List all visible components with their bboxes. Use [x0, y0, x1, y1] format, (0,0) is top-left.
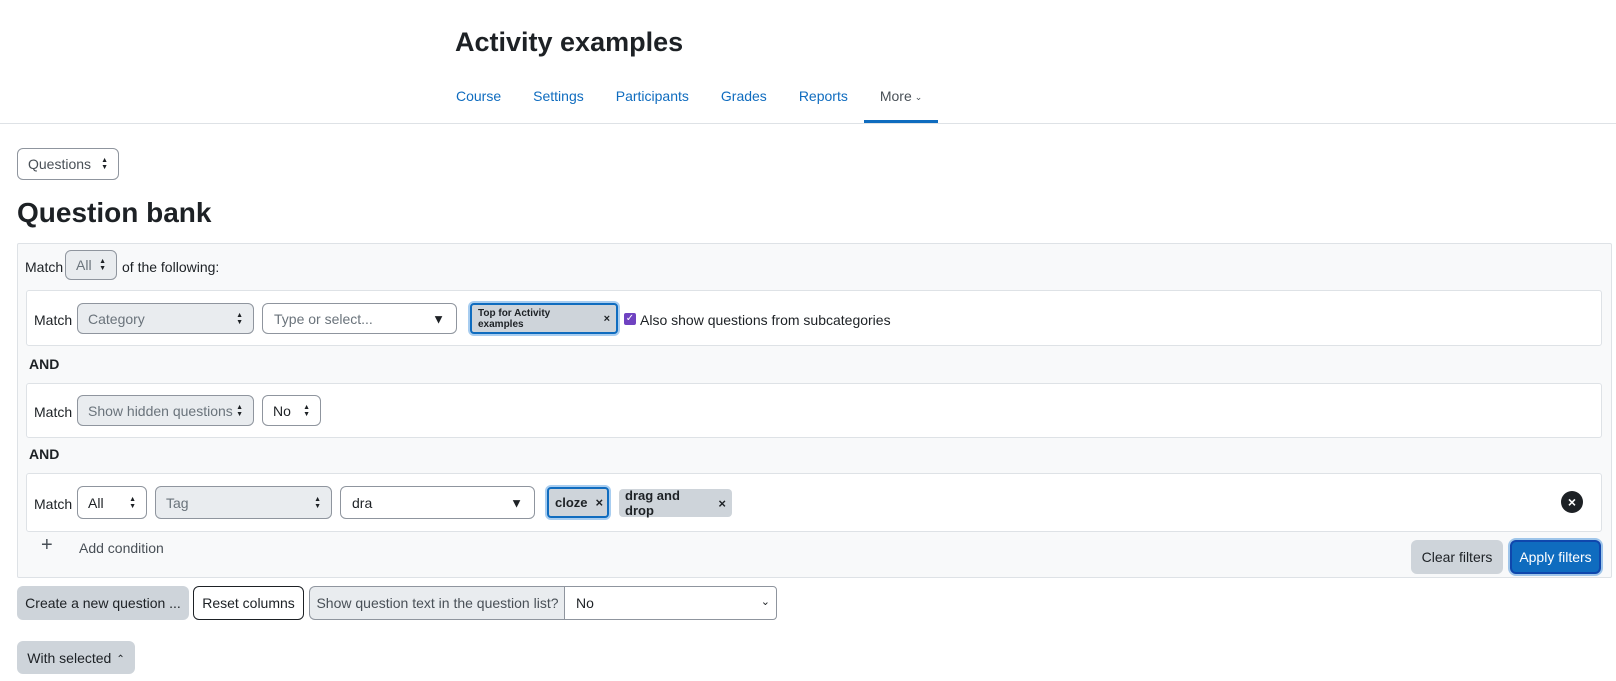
show-text-label: Show question text in the question list? [309, 586, 565, 620]
clear-filters-button[interactable]: Clear filters [1411, 540, 1503, 574]
sort-arrows-icon: ▲ ▼ [236, 311, 243, 326]
tag-chip-cloze[interactable]: cloze × [547, 487, 609, 518]
and-label: AND [29, 446, 60, 462]
create-question-button[interactable]: Create a new question ... [17, 586, 189, 620]
dropdown-triangle-icon: ▼ [510, 495, 523, 510]
nav-settings[interactable]: Settings [517, 76, 600, 123]
close-icon[interactable]: × [604, 313, 610, 325]
hidden-value-select[interactable]: No ▲ ▼ [262, 395, 321, 426]
close-icon[interactable]: × [718, 496, 726, 511]
plus-icon[interactable]: + [41, 534, 53, 557]
tag-join-select[interactable]: All ▲ ▼ [77, 486, 147, 519]
sort-arrows-icon: ▲ ▼ [129, 495, 136, 510]
tag-search-value: dra [352, 494, 373, 511]
remove-condition-icon[interactable]: × [1561, 491, 1583, 513]
nav-reports[interactable]: Reports [783, 76, 864, 123]
category-chip-label: Top for Activity examples [478, 307, 551, 330]
chevron-up-icon: ⌃ [116, 654, 125, 665]
nav-more-label: More [879, 88, 912, 104]
chevron-down-icon: ⌄ [760, 596, 770, 608]
filter-panel: Match All ▲ ▼ of the following: Match Cat… [17, 243, 1612, 578]
add-condition-link[interactable]: Add condition [79, 540, 164, 556]
tag-field-value: Tag [166, 494, 189, 511]
of-following-label: of the following: [122, 259, 220, 275]
course-header: Activity examples Course Settings Partic… [0, 0, 1616, 124]
show-text-value: No [576, 595, 594, 611]
tag-join-value: All [88, 494, 104, 511]
sort-arrows-icon: ▲ ▼ [99, 258, 106, 272]
match-label: Match [25, 259, 64, 275]
join-type-select[interactable]: All ▲ ▼ [65, 250, 117, 280]
sort-arrows-icon: ▲ ▼ [101, 157, 108, 171]
questions-select-label: Questions [28, 156, 92, 172]
subcategories-checkbox[interactable]: ✓ [624, 313, 636, 325]
match-label: Match [34, 496, 73, 512]
nav-course[interactable]: Course [440, 76, 517, 123]
category-field-select[interactable]: Category ▲ ▼ [77, 303, 254, 334]
questions-select[interactable]: Questions ▲ ▼ [17, 148, 119, 180]
apply-filters-button[interactable]: Apply filters [1510, 540, 1601, 574]
with-selected-label: With selected [27, 649, 112, 666]
hidden-field-select[interactable]: Show hidden questions ▲ ▼ [77, 395, 254, 426]
match-label: Match [34, 312, 73, 328]
dropdown-triangle-icon: ▼ [432, 311, 445, 326]
tag-chip-drag-and-drop[interactable]: drag and drop × [619, 488, 732, 518]
tag-chip-label: cloze [555, 495, 588, 510]
course-title: Activity examples [455, 27, 684, 57]
with-selected-button[interactable]: With selected ⌃ [17, 641, 135, 674]
close-icon[interactable]: × [596, 495, 604, 510]
reset-columns-button[interactable]: Reset columns [193, 586, 304, 620]
tag-search-input[interactable]: dra ▼ [340, 486, 535, 519]
secondary-nav: Course Settings Participants Grades Repo… [440, 76, 939, 123]
category-search-input[interactable]: Type or select... ▼ [262, 303, 457, 334]
category-chip[interactable]: Top for Activity examples × [470, 303, 618, 334]
sort-arrows-icon: ▲ ▼ [236, 403, 243, 418]
show-text-select[interactable]: No ⌄ [564, 586, 777, 620]
sort-arrows-icon: ▲ ▼ [314, 495, 321, 510]
hidden-value: No [273, 402, 291, 419]
page-title: Question bank [17, 197, 212, 228]
chevron-down-icon: ⌄ [914, 92, 923, 102]
hidden-field-value: Show hidden questions [88, 402, 233, 419]
join-type-value: All [76, 257, 92, 273]
filter-row-category: Match Category ▲ ▼ Type or select... ▼ To… [26, 290, 1602, 346]
nav-participants[interactable]: Participants [600, 76, 705, 123]
nav-more[interactable]: More ⌄ [863, 76, 939, 123]
subcategories-label: Also show questions from subcategories [640, 312, 891, 328]
sort-arrows-icon: ▲ ▼ [303, 403, 310, 418]
tag-field-select[interactable]: Tag ▲ ▼ [155, 486, 332, 519]
tag-chip-label: drag and drop [625, 488, 680, 518]
category-search-placeholder: Type or select... [274, 310, 373, 327]
match-label: Match [34, 404, 73, 420]
filter-row-hidden: Match Show hidden questions ▲ ▼ No ▲ ▼ [26, 383, 1602, 438]
and-label: AND [29, 356, 60, 372]
category-field-value: Category [88, 310, 145, 327]
nav-grades[interactable]: Grades [705, 76, 783, 123]
filter-row-tag: Match All ▲ ▼ Tag ▲ ▼ dra ▼ cloze × drag a… [26, 473, 1602, 532]
